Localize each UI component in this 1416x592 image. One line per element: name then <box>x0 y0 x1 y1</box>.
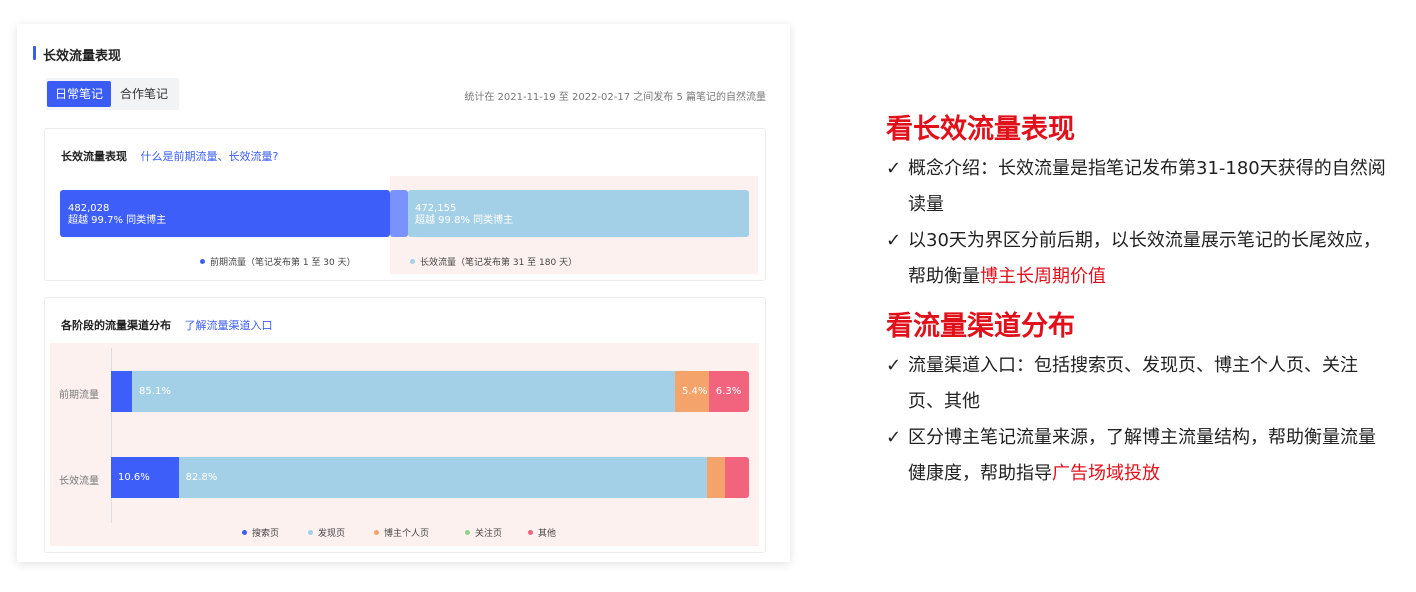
panel2-header: 各阶段的流量渠道分布 了解流量渠道入口 <box>61 317 273 333</box>
row-label-long: 长效流量 <box>59 476 99 487</box>
check-icon: ✓ <box>886 355 902 376</box>
segment-search[interactable] <box>111 371 133 412</box>
segment-other[interactable]: 6.3% <box>708 371 749 412</box>
segment-label: 5.4% <box>681 386 708 397</box>
legend-other: 其他 <box>528 526 556 539</box>
early-traffic-value: 482,028 <box>68 203 110 214</box>
panel1-title: 长效流量表现 <box>61 150 127 163</box>
legend-label: 博主个人页 <box>384 529 430 539</box>
traffic-channel-link[interactable]: 了解流量渠道入口 <box>185 319 273 332</box>
item-highlight: 博主长周期价值 <box>980 266 1106 287</box>
legend-long: 长效流量（笔记发布第 31 至 180 天） <box>410 255 577 268</box>
list-item: ✓ 区分博主笔记流量来源，了解博主流量结构，帮助衡量流量健康度，帮助指导广告场域… <box>886 420 1386 492</box>
legend-label: 其他 <box>538 529 557 539</box>
panel2-title: 各阶段的流量渠道分布 <box>61 319 171 332</box>
item-text: 流量渠道入口：包括搜索页、发现页、博主个人页、关注页、其他 <box>908 355 1358 412</box>
legend-early-dot <box>200 259 205 264</box>
tab-cooperation-notes[interactable]: 合作笔记 <box>112 81 176 107</box>
legend-search: 搜索页 <box>242 526 279 539</box>
long-term-traffic-bar[interactable]: 472,155 超越 99.8% 同类博主 <box>408 190 749 237</box>
long-term-traffic-panel: 长效流量表现 什么是前期流量、长效流量? 482,028 超越 99.7% 同类… <box>44 128 766 281</box>
traffic-channel-panel: 各阶段的流量渠道分布 了解流量渠道入口 前期流量 85.1% 5.4% 6.3% 长… <box>44 297 766 553</box>
what-is-traffic-link[interactable]: 什么是前期流量、长效流量? <box>141 150 279 163</box>
segment-other[interactable] <box>724 457 749 498</box>
item-highlight: 广告场域投放 <box>1052 463 1160 484</box>
long-term-traffic-card: 长效流量表现 日常笔记 合作笔记 统计在 2021-11-19 至 2022-0… <box>17 24 790 562</box>
card-title: 长效流量表现 <box>32 45 121 64</box>
legend-label: 搜索页 <box>252 529 280 539</box>
segment-profile[interactable] <box>706 457 725 498</box>
early-traffic-rank: 超越 99.7% 同类博主 <box>68 215 167 226</box>
list-item: ✓ 以30天为界区分前后期，以长效流量展示笔记的长尾效应，帮助衡量博主长周期价值 <box>886 223 1386 295</box>
segment-label: 85.1% <box>139 386 171 397</box>
legend-long-dot <box>410 259 415 264</box>
list-channel: ✓ 流量渠道入口：包括搜索页、发现页、博主个人页、关注页、其他 ✓ 区分博主笔记… <box>886 348 1386 492</box>
segment-discover[interactable]: 82.8% <box>178 457 707 498</box>
early-channel-bar[interactable]: 85.1% 5.4% 6.3% <box>111 371 749 412</box>
tab-daily-notes[interactable]: 日常笔记 <box>47 81 112 107</box>
heading-channel: 看流量渠道分布 <box>886 311 1075 342</box>
legend-discover: 发现页 <box>308 526 345 539</box>
segment-search[interactable]: 10.6% <box>111 457 179 498</box>
legend-long-label: 长效流量（笔记发布第 31 至 180 天） <box>420 258 578 268</box>
bar-divider <box>390 190 408 237</box>
segment-label: 82.8% <box>185 472 218 483</box>
legend-early: 前期流量（笔记发布第 1 至 30 天） <box>200 255 356 268</box>
legend-dot <box>242 530 247 535</box>
legend-dot <box>465 530 470 535</box>
early-traffic-bar[interactable]: 482,028 超越 99.7% 同类博主 <box>60 190 390 237</box>
segment-profile[interactable]: 5.4% <box>674 371 709 412</box>
list-item: ✓ 概念介绍：长效流量是指笔记发布第31-180天获得的自然阅读量 <box>886 151 1386 223</box>
item-text: 以30天为界区分前后期，以长效流量展示笔记的长尾效应，帮助衡量 <box>908 230 1381 287</box>
panel1-header: 长效流量表现 什么是前期流量、长效流量? <box>61 148 278 164</box>
list-item: ✓ 流量渠道入口：包括搜索页、发现页、博主个人页、关注页、其他 <box>886 348 1386 420</box>
segment-label: 6.3% <box>715 386 742 397</box>
item-text: 概念介绍：长效流量是指笔记发布第31-180天获得的自然阅读量 <box>908 158 1386 215</box>
legend-dot <box>308 530 313 535</box>
legend-dot <box>374 530 379 535</box>
stat-note: 统计在 2021-11-19 至 2022-02-17 之间发布 5 篇笔记的自… <box>464 92 766 103</box>
legend-follow: 关注页 <box>465 526 502 539</box>
note-type-tabs: 日常笔记 合作笔记 <box>46 78 180 110</box>
long-term-channel-bar[interactable]: 10.6% 82.8% <box>111 457 749 498</box>
list-long-term: ✓ 概念介绍：长效流量是指笔记发布第31-180天获得的自然阅读量 ✓ 以30天… <box>886 151 1386 295</box>
long-term-traffic-rank: 超越 99.8% 同类博主 <box>415 215 514 226</box>
legend-label: 关注页 <box>475 529 503 539</box>
heading-long-term: 看长效流量表现 <box>886 114 1075 145</box>
check-icon: ✓ <box>886 427 902 448</box>
legend-early-label: 前期流量（笔记发布第 1 至 30 天） <box>210 258 356 268</box>
legend-dot <box>528 530 533 535</box>
long-term-traffic-value: 472,155 <box>415 203 457 214</box>
row-label-early: 前期流量 <box>59 390 99 401</box>
check-icon: ✓ <box>886 230 902 251</box>
segment-discover[interactable]: 85.1% <box>132 371 675 412</box>
check-icon: ✓ <box>886 158 902 179</box>
segment-label: 10.6% <box>118 472 150 483</box>
legend-label: 发现页 <box>318 529 346 539</box>
legend-profile: 博主个人页 <box>374 526 429 539</box>
